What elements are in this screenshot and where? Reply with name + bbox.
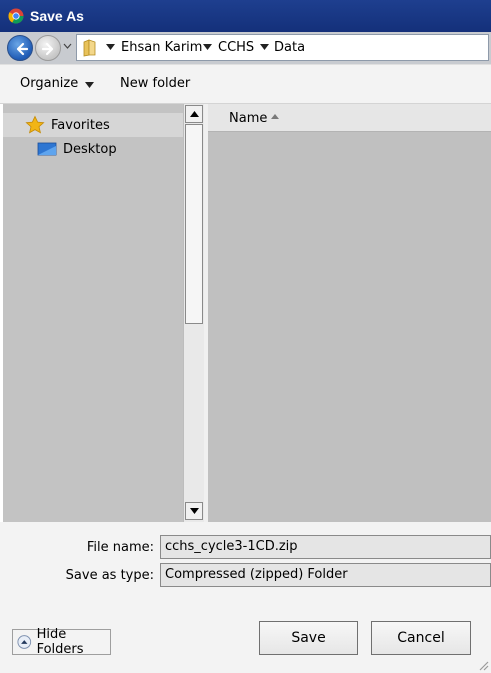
chevron-up-icon <box>17 635 32 649</box>
scroll-down-button[interactable] <box>185 502 203 520</box>
nav-pane-scrollbar[interactable] <box>183 104 204 522</box>
arrow-right-icon <box>41 42 54 56</box>
breadcrumb-item[interactable]: Data <box>274 40 305 55</box>
hide-folders-label: Hide Folders <box>36 627 84 657</box>
arrow-left-icon <box>16 42 29 56</box>
crumb-chevron-icon[interactable] <box>203 44 212 50</box>
recent-pages-chevron-icon[interactable] <box>63 43 72 49</box>
nav-item-favorites[interactable]: Favorites <box>3 113 183 137</box>
organize-button[interactable]: Organize <box>20 76 78 91</box>
scroll-up-button[interactable] <box>185 105 203 123</box>
back-button[interactable] <box>7 35 33 61</box>
arrow-up-icon <box>189 111 199 117</box>
nav-item-label: Favorites <box>51 117 110 133</box>
chrome-icon <box>8 8 24 24</box>
nav-item-desktop[interactable]: Desktop <box>3 137 183 161</box>
breadcrumb-item[interactable]: CCHS <box>218 40 254 55</box>
sort-ascending-icon <box>271 114 279 119</box>
hide-folders-button[interactable]: Hide Folders <box>12 627 111 657</box>
new-folder-button[interactable]: New folder <box>120 76 190 91</box>
resize-grip-icon[interactable] <box>477 659 489 671</box>
file-name-label: File name: <box>86 540 154 555</box>
navigation-pane: Favorites Desktop <box>3 104 183 522</box>
save-as-type-label: Save as type: <box>65 568 154 583</box>
file-name-input[interactable]: cchs_cycle3-1CD.zip <box>160 535 491 559</box>
desktop-icon <box>37 142 57 156</box>
forward-button[interactable] <box>35 35 61 61</box>
scroll-thumb[interactable] <box>185 124 203 324</box>
crumb-chevron-icon[interactable] <box>106 44 115 50</box>
nav-item-label: Desktop <box>63 141 117 157</box>
save-as-type-select[interactable]: Compressed (zipped) Folder <box>160 563 491 587</box>
breadcrumb-item[interactable]: Ehsan Karim <box>121 40 202 55</box>
command-toolbar: Organize New folder <box>0 64 491 104</box>
address-bar[interactable]: Ehsan Karim CCHS Data <box>76 34 489 61</box>
organize-chevron-icon[interactable] <box>85 82 94 88</box>
title-bar: Save As <box>0 0 491 32</box>
star-icon <box>25 115 45 134</box>
save-options-panel: File name: cchs_cycle3-1CD.zip Save as t… <box>0 522 491 673</box>
column-header-name[interactable]: Name <box>208 104 491 132</box>
save-button[interactable]: Save <box>259 621 358 655</box>
column-header-label: Name <box>229 111 268 126</box>
folder-icon <box>83 39 96 57</box>
arrow-down-icon <box>189 508 199 514</box>
file-list-pane[interactable]: Name <box>208 104 491 522</box>
window-title: Save As <box>30 8 84 24</box>
cancel-button[interactable]: Cancel <box>371 621 471 655</box>
navigation-bar: Ehsan Karim CCHS Data <box>0 32 491 64</box>
crumb-chevron-icon[interactable] <box>260 44 269 50</box>
